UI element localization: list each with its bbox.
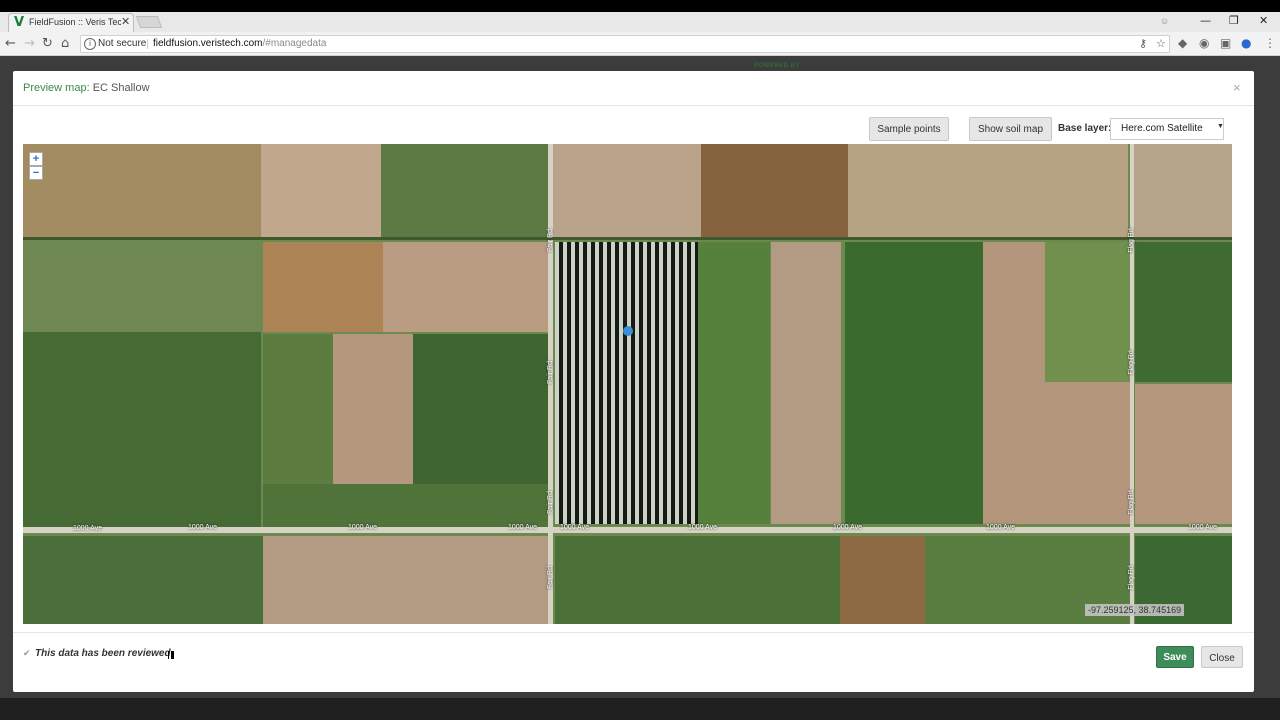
modal-close-icon[interactable]: × xyxy=(1233,80,1241,95)
address-separator xyxy=(147,39,148,49)
road-label: Flag Rd xyxy=(1127,490,1135,515)
road-label: Fair Rd xyxy=(546,229,554,252)
road-label: 1000 Ave xyxy=(688,524,718,531)
info-icon[interactable]: i xyxy=(84,38,96,50)
security-label: Not secure xyxy=(98,38,147,49)
road-label: 1000 Ave xyxy=(73,525,103,532)
tab-close-icon[interactable]: ✕ xyxy=(121,15,130,28)
new-tab-button[interactable] xyxy=(135,16,163,28)
modal-title: Preview map: EC Shallow xyxy=(23,82,150,94)
satellite-map[interactable]: 1000 Ave 1000 Ave 1000 Ave 1000 Ave 1000… xyxy=(23,144,1232,624)
window-close-button[interactable]: ✕ xyxy=(1259,14,1268,27)
satellite-imagery xyxy=(23,144,1232,624)
forward-icon[interactable]: → xyxy=(24,36,35,51)
screen-top-bar xyxy=(0,0,1280,12)
chevron-down-icon: ▼ xyxy=(1217,123,1224,130)
maximize-button[interactable]: ❐ xyxy=(1229,14,1239,27)
show-soil-map-button[interactable]: Show soil map xyxy=(969,117,1052,141)
browser-menu-icon[interactable]: ⋮ xyxy=(1264,36,1276,50)
reviewed-label: This data has been reviewed xyxy=(35,648,171,659)
url-path: /#managedata xyxy=(262,38,327,49)
road-label: 1000 Ave xyxy=(1188,524,1218,531)
reload-icon[interactable]: ↻ xyxy=(42,36,53,51)
zoom-in-button[interactable]: + xyxy=(29,152,43,166)
base-layer-select[interactable]: Here.com Satellite xyxy=(1110,118,1224,140)
road-label: Fair Rd xyxy=(546,491,554,514)
key-icon[interactable]: ⚷ xyxy=(1139,37,1147,50)
browser-tab[interactable]: V FieldFusion :: Veris Techn ✕ xyxy=(8,13,134,32)
tab-title: FieldFusion :: Veris Techn xyxy=(29,17,121,27)
back-icon[interactable]: ← xyxy=(5,36,16,51)
road-label: Flag Rd xyxy=(1127,228,1135,253)
extension-icon[interactable]: ● xyxy=(1241,36,1251,50)
home-icon[interactable]: ⌂ xyxy=(61,36,69,51)
road-label: Fair Rd xyxy=(546,361,554,384)
road-label: 1000 Ave xyxy=(508,524,538,531)
veris-favicon-icon: V xyxy=(14,15,25,30)
extension-icon[interactable]: ▣ xyxy=(1220,36,1231,50)
text-cursor-icon xyxy=(168,651,174,659)
footer-divider xyxy=(13,632,1254,633)
tab-strip xyxy=(0,12,1280,32)
checkmark-icon[interactable]: ✔ xyxy=(23,648,31,659)
coordinates-readout: -97.259125, 38.745169 xyxy=(1085,604,1185,616)
screen-bottom-bar xyxy=(0,698,1280,720)
road-label: 1000 Ave xyxy=(560,524,590,531)
url-host: fieldfusion.veristech.com xyxy=(153,38,263,49)
close-button[interactable]: Close xyxy=(1201,646,1243,668)
bookmark-star-icon[interactable]: ☆ xyxy=(1156,37,1166,50)
powered-by-text: POWERED BY xyxy=(754,63,801,69)
zoom-out-button[interactable]: − xyxy=(29,166,43,180)
url-text[interactable]: fieldfusion.veristech.com/#managedata xyxy=(153,38,326,49)
modal-title-name: EC Shallow xyxy=(92,82,150,94)
road-label: Fair Rd xyxy=(546,566,554,589)
road-label: 1000 Ave xyxy=(348,524,378,531)
address-bar[interactable]: i Not secure fieldfusion.veristech.com/#… xyxy=(80,35,1170,53)
road-label: Flag Rd xyxy=(1127,350,1135,375)
road-label: 1000 Ave xyxy=(188,524,218,531)
sample-points-button[interactable]: Sample points xyxy=(869,117,949,141)
save-button[interactable]: Save xyxy=(1156,646,1194,668)
modal-title-prefix: Preview map: xyxy=(23,82,90,94)
road-label: 1000 Ave xyxy=(986,524,1016,531)
base-layer-label: Base layer: xyxy=(1058,123,1112,134)
road-label: Flag Rd xyxy=(1127,565,1135,590)
road-label: 1000 Ave xyxy=(833,524,863,531)
extension-icon[interactable]: ◆ xyxy=(1178,36,1187,50)
header-divider xyxy=(13,105,1254,106)
extension-icon[interactable]: ◉ xyxy=(1199,36,1209,50)
profile-icon[interactable]: ☺ xyxy=(1160,16,1169,26)
preview-map-modal: Preview map: EC Shallow × Sample points … xyxy=(13,71,1254,692)
minimize-button[interactable]: — xyxy=(1200,14,1211,27)
